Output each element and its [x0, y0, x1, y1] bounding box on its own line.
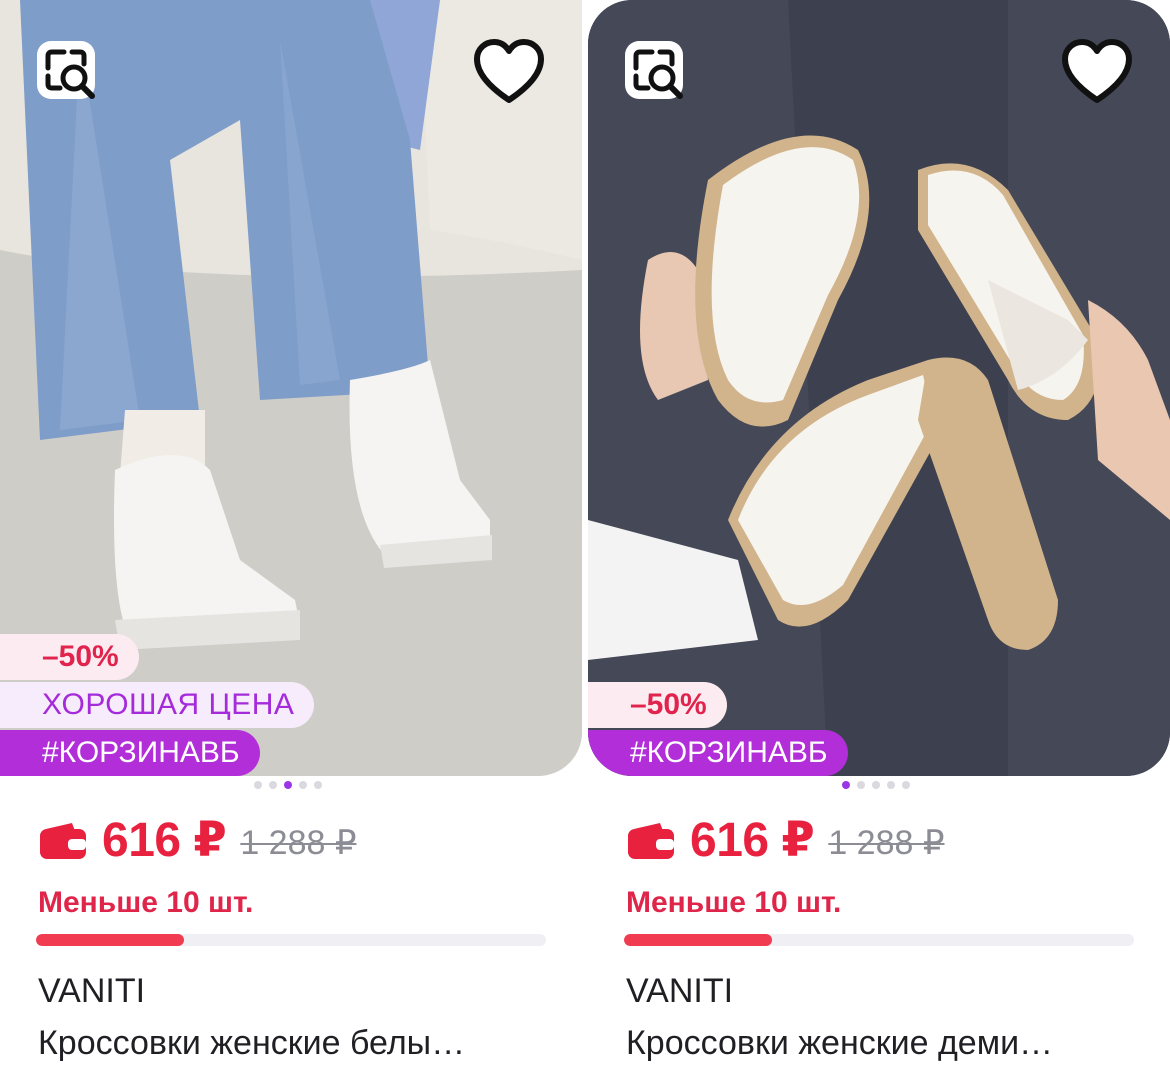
- stock-progress-bar: [36, 934, 546, 946]
- carousel-dot-active: [842, 781, 850, 789]
- visual-search-button[interactable]: [622, 38, 694, 110]
- stock-warning: Меньше 10 шт.: [626, 886, 842, 919]
- carousel-dots: [842, 781, 910, 789]
- carousel-dot: [269, 781, 277, 789]
- price-row: 616 ₽ 1 288 ₽: [38, 812, 357, 868]
- good-price-badge: ХОРОШАЯ ЦЕНА: [0, 682, 315, 728]
- carousel-dot: [872, 781, 880, 789]
- favorite-button[interactable]: [472, 38, 546, 108]
- discount-badge: –50%: [0, 634, 139, 680]
- visual-search-icon: [37, 41, 95, 99]
- carousel-dot-active: [284, 781, 292, 789]
- current-price: 616 ₽: [102, 814, 227, 867]
- stock-progress-fill: [624, 934, 772, 946]
- wallet-icon: [628, 823, 674, 859]
- product-photo[interactable]: –50% #КОРЗИНАВБ: [588, 0, 1170, 776]
- discount-badge: –50%: [588, 682, 727, 728]
- carousel-dots: [254, 781, 322, 789]
- old-price: 1 288 ₽: [240, 824, 357, 862]
- visual-search-button[interactable]: [34, 38, 106, 110]
- carousel-dot: [857, 781, 865, 789]
- product-photo[interactable]: –50% ХОРОШАЯ ЦЕНА #КОРЗИНАВБ: [0, 0, 582, 776]
- product-title[interactable]: Кроссовки женские белы…: [38, 1024, 558, 1063]
- visual-search-icon: [625, 41, 683, 99]
- hashtag-badge: #КОРЗИНАВБ: [588, 730, 848, 776]
- old-price: 1 288 ₽: [828, 824, 945, 862]
- hashtag-badge: #КОРЗИНАВБ: [0, 730, 260, 776]
- heart-icon: [474, 39, 544, 103]
- product-card[interactable]: –50% #КОРЗИНАВБ 616 ₽ 1 288 ₽ Меньше 10 …: [588, 0, 1170, 1077]
- wallet-icon: [40, 823, 86, 859]
- carousel-dot: [254, 781, 262, 789]
- carousel-dot: [314, 781, 322, 789]
- price-row: 616 ₽ 1 288 ₽: [626, 812, 945, 868]
- brand-name[interactable]: VANITI: [38, 972, 145, 1011]
- carousel-dot: [299, 781, 307, 789]
- product-card[interactable]: –50% ХОРОШАЯ ЦЕНА #КОРЗИНАВБ 616 ₽ 1 288…: [0, 0, 582, 1077]
- stock-progress-fill: [36, 934, 184, 946]
- carousel-dot: [887, 781, 895, 789]
- carousel-dot: [902, 781, 910, 789]
- product-image: [588, 0, 1170, 776]
- brand-name[interactable]: VANITI: [626, 972, 733, 1011]
- stock-progress-bar: [624, 934, 1134, 946]
- heart-icon: [1062, 39, 1132, 103]
- current-price: 616 ₽: [690, 814, 815, 867]
- favorite-button[interactable]: [1060, 38, 1134, 108]
- product-title[interactable]: Кроссовки женские деми…: [626, 1024, 1146, 1063]
- stock-warning: Меньше 10 шт.: [38, 886, 254, 919]
